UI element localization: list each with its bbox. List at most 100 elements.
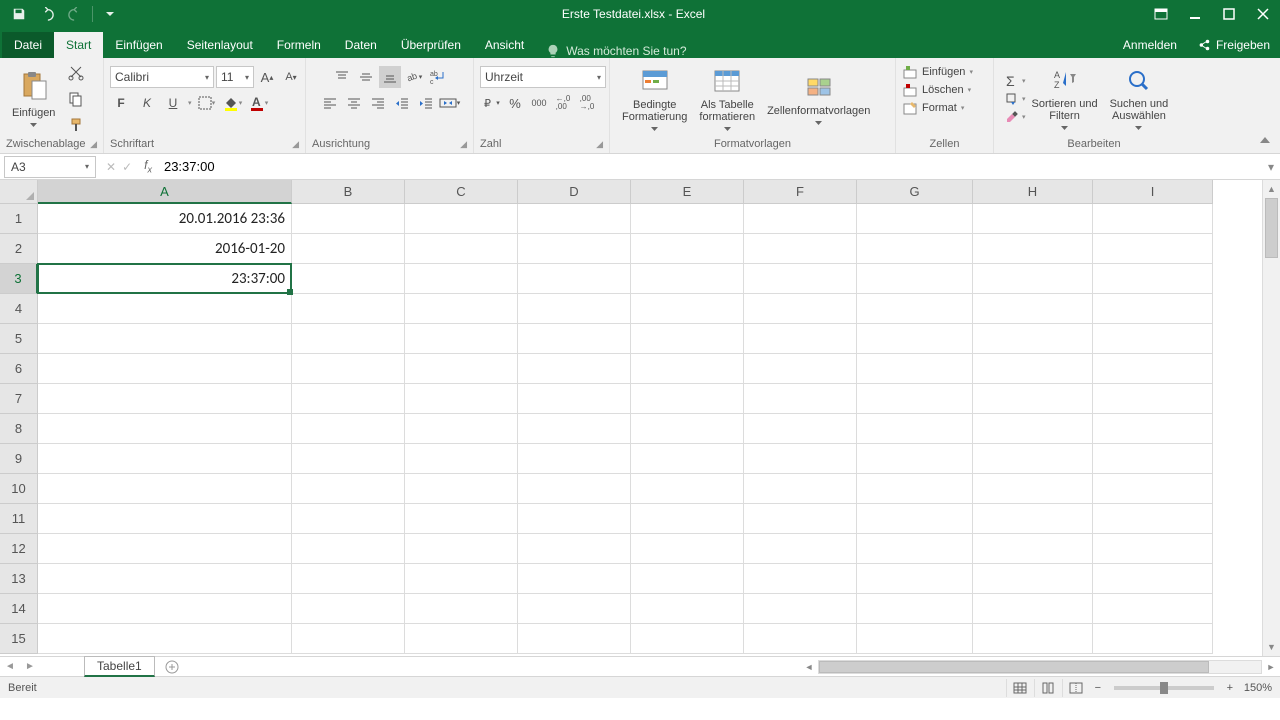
cell[interactable] xyxy=(973,474,1093,504)
cell[interactable] xyxy=(857,474,973,504)
row-header[interactable]: 13 xyxy=(0,564,38,594)
cell[interactable] xyxy=(405,564,518,594)
cell[interactable]: 2016-01-20 xyxy=(38,234,292,264)
align-center-button[interactable] xyxy=(343,92,365,114)
cell[interactable] xyxy=(292,264,405,294)
cell[interactable] xyxy=(631,414,744,444)
cell[interactable] xyxy=(973,234,1093,264)
cell[interactable] xyxy=(518,594,631,624)
cell[interactable] xyxy=(405,534,518,564)
cell[interactable] xyxy=(518,204,631,234)
cell[interactable] xyxy=(405,264,518,294)
row-header[interactable]: 1 xyxy=(0,204,38,234)
sort-filter-button[interactable]: AZ Sortieren und Filtern xyxy=(1026,66,1104,132)
format-as-table-button[interactable]: Als Tabelle formatieren xyxy=(693,65,761,133)
cell[interactable] xyxy=(973,594,1093,624)
cell[interactable] xyxy=(1093,264,1213,294)
cell[interactable] xyxy=(744,624,857,654)
cell[interactable] xyxy=(857,414,973,444)
cell[interactable] xyxy=(292,534,405,564)
cell[interactable] xyxy=(518,474,631,504)
share-button[interactable]: Freigeben xyxy=(1187,32,1280,58)
collapse-ribbon-button[interactable] xyxy=(1256,131,1274,149)
cell[interactable] xyxy=(631,534,744,564)
dialog-launcher-icon[interactable]: ◢ xyxy=(90,139,97,150)
scroll-up-button[interactable]: ▲ xyxy=(1263,180,1280,198)
decrease-decimal-button[interactable]: ,00 →,0 xyxy=(576,92,598,114)
cut-button[interactable] xyxy=(65,62,87,84)
cell[interactable] xyxy=(38,594,292,624)
cell[interactable] xyxy=(1093,294,1213,324)
tab-pagelayout[interactable]: Seitenlayout xyxy=(175,32,265,58)
font-color-button[interactable]: A▾ xyxy=(248,92,270,114)
qat-customize[interactable] xyxy=(97,2,123,26)
cell[interactable] xyxy=(744,564,857,594)
cell[interactable] xyxy=(744,594,857,624)
cell[interactable] xyxy=(405,354,518,384)
cell[interactable] xyxy=(38,624,292,654)
vertical-scrollbar[interactable]: ▲ ▼ xyxy=(1262,180,1280,656)
cell[interactable] xyxy=(631,444,744,474)
row-header[interactable]: 10 xyxy=(0,474,38,504)
increase-indent-button[interactable] xyxy=(415,92,437,114)
cell[interactable] xyxy=(631,624,744,654)
format-painter-button[interactable] xyxy=(65,114,87,136)
undo-button[interactable] xyxy=(34,2,60,26)
close-button[interactable] xyxy=(1246,0,1280,28)
minimize-button[interactable] xyxy=(1178,0,1212,28)
conditional-formatting-button[interactable]: Bedingte Formatierung xyxy=(616,65,693,133)
cell[interactable] xyxy=(744,384,857,414)
cell[interactable] xyxy=(518,534,631,564)
cell[interactable] xyxy=(744,534,857,564)
name-box[interactable]: A3▾ xyxy=(4,156,96,178)
italic-button[interactable]: K xyxy=(136,92,158,114)
cell[interactable] xyxy=(292,624,405,654)
cell[interactable] xyxy=(1093,624,1213,654)
increase-decimal-button[interactable]: ←,0 ,00 xyxy=(552,92,574,114)
align-bottom-button[interactable] xyxy=(379,66,401,88)
cell[interactable] xyxy=(857,444,973,474)
cell[interactable] xyxy=(744,354,857,384)
cell[interactable] xyxy=(292,444,405,474)
wrap-text-button[interactable]: abc xyxy=(427,66,449,88)
cell[interactable] xyxy=(631,324,744,354)
cell[interactable] xyxy=(973,534,1093,564)
cell[interactable] xyxy=(973,624,1093,654)
cell[interactable] xyxy=(292,384,405,414)
cell[interactable] xyxy=(405,594,518,624)
row-header[interactable]: 12 xyxy=(0,534,38,564)
column-header[interactable]: A xyxy=(38,180,292,204)
cell[interactable] xyxy=(973,504,1093,534)
cell[interactable] xyxy=(631,354,744,384)
cell[interactable] xyxy=(38,384,292,414)
cell[interactable] xyxy=(38,414,292,444)
cell[interactable] xyxy=(292,354,405,384)
cell[interactable] xyxy=(631,234,744,264)
copy-button[interactable] xyxy=(65,88,87,110)
scroll-thumb[interactable] xyxy=(1265,198,1278,258)
sheet-nav-next[interactable]: ► xyxy=(20,661,40,672)
cell[interactable] xyxy=(405,204,518,234)
column-header[interactable]: E xyxy=(631,180,744,204)
cell[interactable] xyxy=(973,414,1093,444)
tab-start[interactable]: Start xyxy=(54,32,103,58)
cell[interactable] xyxy=(857,504,973,534)
cell[interactable] xyxy=(38,294,292,324)
font-name-select[interactable]: Calibri▾ xyxy=(110,66,214,88)
cell[interactable] xyxy=(973,204,1093,234)
cell[interactable] xyxy=(1093,474,1213,504)
cell[interactable] xyxy=(518,564,631,594)
comma-format-button[interactable]: 000 xyxy=(528,92,550,114)
cell[interactable] xyxy=(973,264,1093,294)
row-header[interactable]: 7 xyxy=(0,384,38,414)
cell[interactable] xyxy=(631,204,744,234)
cell[interactable] xyxy=(1093,414,1213,444)
cell[interactable] xyxy=(518,414,631,444)
format-cells-button[interactable]: Format xyxy=(922,102,957,114)
cell[interactable] xyxy=(518,444,631,474)
cell[interactable] xyxy=(518,264,631,294)
cell[interactable] xyxy=(631,564,744,594)
underline-button[interactable]: U xyxy=(162,92,184,114)
select-all-button[interactable] xyxy=(0,180,38,204)
zoom-out-button[interactable]: − xyxy=(1090,682,1106,694)
